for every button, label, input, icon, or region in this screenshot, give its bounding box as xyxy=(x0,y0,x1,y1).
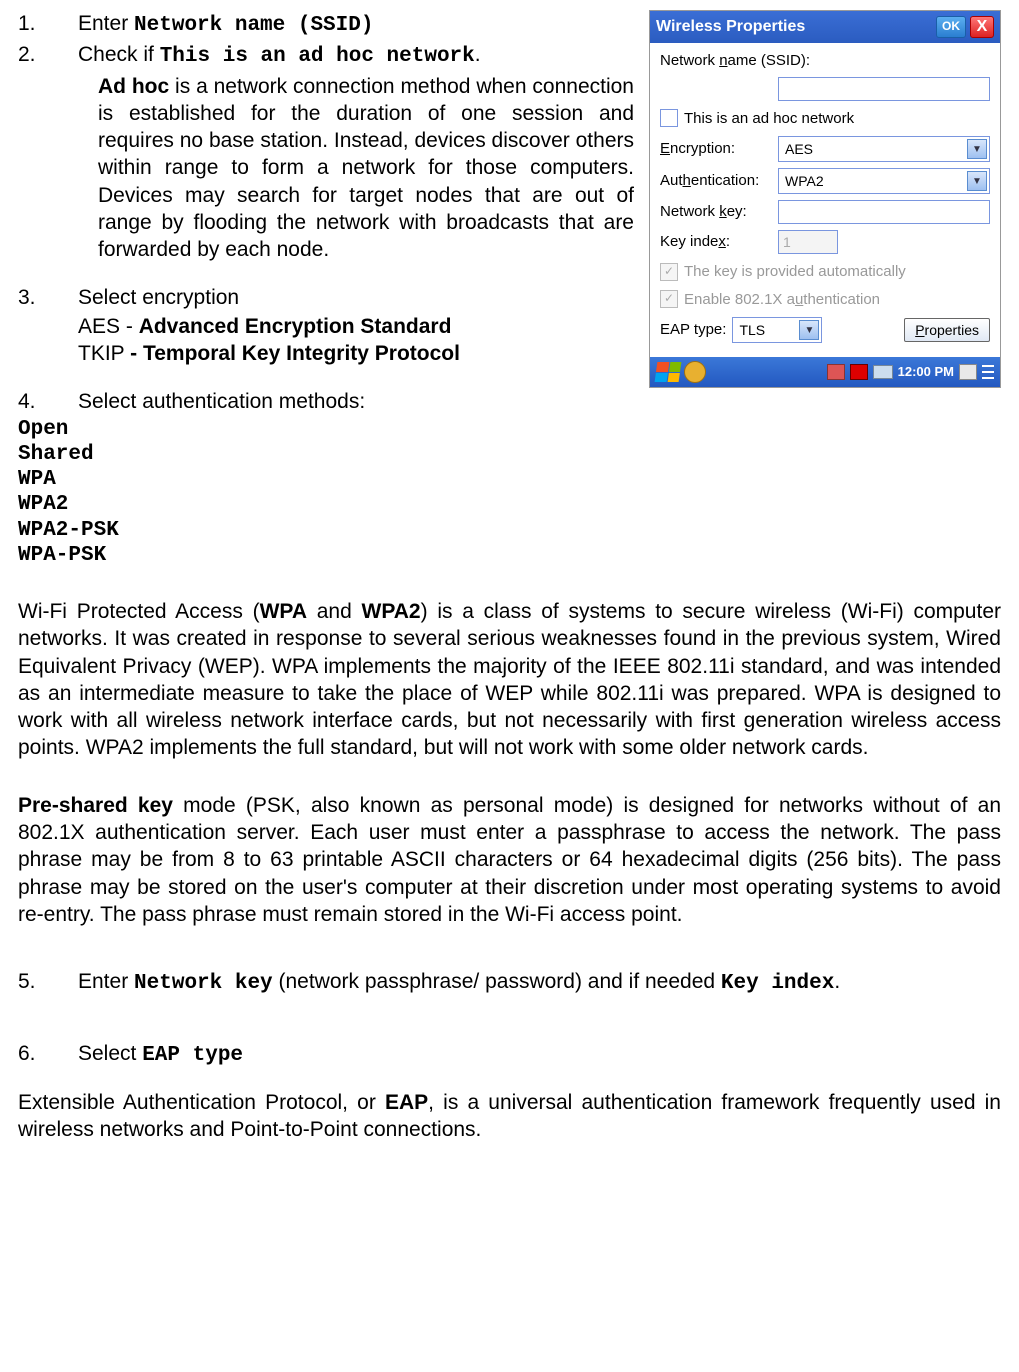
wireless-properties-dialog: Wireless Properties OK X Network name (S… xyxy=(649,10,1001,388)
ssid-label: Network name (SSID): xyxy=(660,51,990,71)
ok-button[interactable]: OK xyxy=(936,16,966,38)
ssid-input[interactable] xyxy=(778,77,990,101)
authentication-select[interactable]: WPA2▼ xyxy=(778,168,990,194)
system-tray: 12:00 PM xyxy=(827,364,994,381)
chevron-down-icon: ▼ xyxy=(799,320,819,340)
encryption-tkip: TKIP - Temporal Key Integrity Protocol xyxy=(78,340,634,367)
encryption-select[interactable]: AES▼ xyxy=(778,136,990,162)
key-index-input xyxy=(778,230,838,254)
encryption-aes: AES - Advanced Encryption Standard xyxy=(78,313,634,340)
auto-key-checkbox-row: ✓ The key is provided automatically xyxy=(660,262,990,282)
step-5: 5. Enter Network key (network passphrase… xyxy=(18,968,1001,997)
chevron-down-icon: ▼ xyxy=(967,171,987,191)
dialog-title: Wireless Properties xyxy=(656,17,805,38)
taskbar: 12:00 PM xyxy=(650,357,1000,387)
network-key-label: Network key: xyxy=(660,202,778,222)
adhoc-checkbox[interactable] xyxy=(660,109,678,127)
network-key-input[interactable] xyxy=(778,200,990,224)
auth-methods-list: Open Shared WPA WPA2 WPA2-PSK WPA-PSK xyxy=(18,417,634,568)
eap-type-select[interactable]: TLS▼ xyxy=(732,317,822,343)
taskbar-app-icon[interactable] xyxy=(684,361,706,383)
tray-icon[interactable] xyxy=(827,364,845,380)
wpa-paragraph: Wi-Fi Protected Access (WPA and WPA2) is… xyxy=(18,598,1001,762)
step-4: 4. Select authentication methods: xyxy=(18,388,634,415)
eap-type-label: EAP type: xyxy=(660,320,726,340)
auto-key-checkbox: ✓ xyxy=(660,263,678,281)
step-3: 3. Select encryption xyxy=(18,284,634,311)
clock: 12:00 PM xyxy=(898,364,954,381)
tray-icon[interactable] xyxy=(850,364,868,380)
tray-expand-icon[interactable] xyxy=(982,365,994,379)
key-index-label: Key index: xyxy=(660,232,778,252)
adhoc-description: Ad hoc is a network connection method wh… xyxy=(98,73,634,264)
eap-paragraph: Extensible Authentication Protocol, or E… xyxy=(18,1089,1001,1144)
properties-button[interactable]: Properties xyxy=(904,318,990,342)
start-button-icon[interactable] xyxy=(655,362,682,382)
step-2: 2. Check if This is an ad hoc network. xyxy=(18,41,634,70)
adhoc-checkbox-row[interactable]: This is an ad hoc network xyxy=(660,109,990,129)
battery-icon[interactable] xyxy=(873,365,893,379)
step-6: 6. Select EAP type xyxy=(18,1040,1001,1069)
step-1: 1. Enter Network name (SSID) xyxy=(18,10,634,39)
encryption-label: Encryption: xyxy=(660,139,778,159)
close-button[interactable]: X xyxy=(970,16,994,38)
dialog-titlebar: Wireless Properties OK X xyxy=(650,11,1000,43)
chevron-down-icon: ▼ xyxy=(967,139,987,159)
enable-8021x-checkbox-row: ✓ Enable 802.1X authentication xyxy=(660,290,990,310)
enable-8021x-checkbox: ✓ xyxy=(660,290,678,308)
sip-icon[interactable] xyxy=(959,364,977,380)
psk-paragraph: Pre-shared key mode (PSK, also known as … xyxy=(18,792,1001,928)
authentication-label: Authentication: xyxy=(660,171,778,191)
